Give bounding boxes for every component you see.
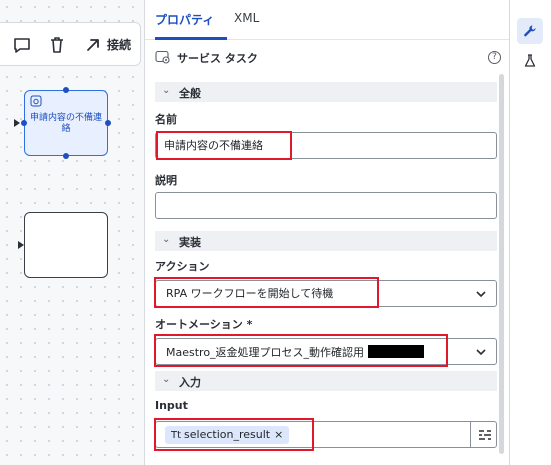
variable-chip[interactable]: Tt selection_result × [165, 426, 290, 444]
name-label: 名前 [155, 113, 177, 126]
input-param-label: Input [155, 399, 188, 412]
chevron-down-icon [476, 291, 486, 298]
section-implementation[interactable]: ⌄ 実装 [155, 231, 497, 251]
test-rail-button[interactable] [517, 48, 543, 74]
trash-icon[interactable] [48, 36, 66, 54]
tab-properties[interactable]: プロパティ [155, 11, 214, 28]
chevron-down-icon [476, 349, 486, 356]
resize-handle-right[interactable] [105, 120, 111, 126]
wrench-icon [524, 25, 536, 37]
input-param-field[interactable]: Tt selection_result × [155, 421, 497, 448]
incoming-arrow [14, 119, 20, 127]
right-rail [509, 0, 551, 465]
connect-arrow-icon[interactable] [84, 36, 102, 54]
automation-select-value: Maestro_返金処理プロセス_動作確認用 [166, 346, 365, 359]
chevron-down-icon: ⌄ [162, 234, 171, 245]
element-toolbar: 接続 [0, 22, 141, 66]
chevron-down-icon: ⌄ [162, 85, 171, 96]
service-task-icon [30, 95, 42, 107]
section-input-label: 入力 [179, 376, 201, 389]
input-divider [470, 422, 471, 447]
text-type-icon: Tt [171, 430, 182, 441]
element-type-title: サービス タスク [177, 52, 258, 65]
resize-handle-bottom[interactable] [63, 153, 69, 159]
resize-handle-left[interactable] [21, 120, 27, 126]
diagram-canvas[interactable]: 接続 申請内容の不備連絡 [0, 0, 145, 465]
task-node[interactable] [24, 212, 108, 278]
expression-editor-icon[interactable] [478, 429, 492, 441]
name-field[interactable]: 申請内容の不備連絡 [155, 132, 497, 159]
comment-icon[interactable] [13, 36, 31, 54]
resize-handle-top[interactable] [63, 87, 69, 93]
panel-header: サービス タスク ? [145, 44, 509, 70]
section-general-label: 全般 [179, 87, 201, 100]
section-input[interactable]: ⌄ 入力 [155, 371, 497, 391]
section-general[interactable]: ⌄ 全般 [155, 82, 497, 102]
properties-rail-button[interactable] [517, 18, 543, 44]
redacted-block [368, 345, 425, 358]
active-tab-indicator [155, 37, 227, 40]
automation-select[interactable]: Maestro_返金処理プロセス_動作確認用 [155, 338, 497, 365]
connect-label[interactable]: 接続 [107, 36, 131, 53]
service-task-node[interactable]: 申請内容の不備連絡 [24, 90, 108, 156]
chevron-down-icon: ⌄ [162, 374, 171, 385]
help-icon[interactable]: ? [488, 51, 501, 64]
description-field[interactable] [155, 192, 497, 219]
panel-tabs: プロパティ XML [145, 0, 509, 40]
variable-chip-label: selection_result [184, 428, 271, 441]
flask-icon [524, 54, 536, 67]
service-task-icon [155, 50, 170, 64]
automation-label: オートメーション * [155, 318, 253, 331]
action-select-value: RPA ワークフローを開始して待機 [166, 287, 334, 300]
scrollbar-thumb[interactable] [499, 74, 504, 454]
action-select[interactable]: RPA ワークフローを開始して待機 [155, 280, 497, 307]
remove-chip-icon[interactable]: × [274, 428, 283, 441]
action-label: アクション [155, 260, 210, 273]
section-implementation-label: 実装 [179, 236, 201, 249]
properties-panel: プロパティ XML サービス タスク ? ⌄ 全般 名前 申請内容の不備連絡 説… [145, 0, 509, 465]
tab-xml[interactable]: XML [234, 11, 259, 25]
description-label: 説明 [155, 174, 177, 187]
task-node-label: 申請内容の不備連絡 [29, 113, 102, 134]
